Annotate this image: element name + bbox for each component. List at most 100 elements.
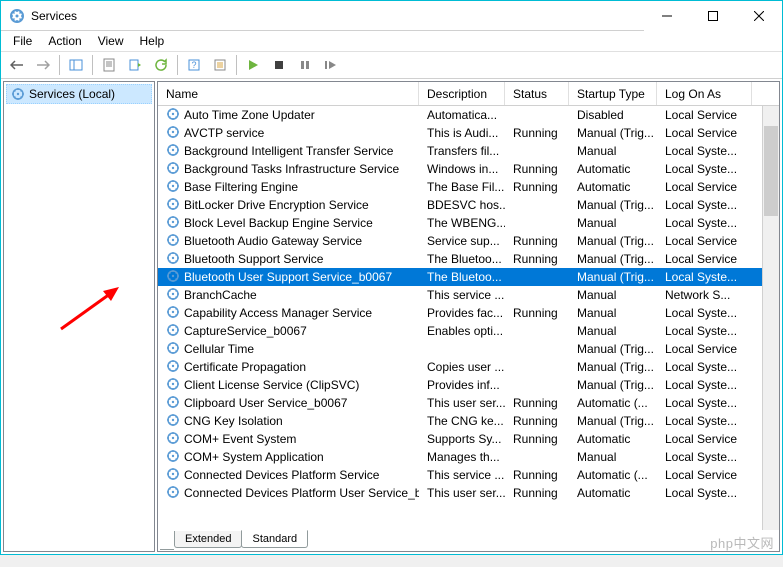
help-button[interactable]: ? [182,53,206,77]
column-description[interactable]: Description [419,82,505,105]
back-button[interactable] [5,53,29,77]
menu-help[interactable]: Help [132,32,173,50]
service-row[interactable]: Bluetooth User Support Service_b0067The … [158,268,779,286]
cell-description: Manages th... [419,449,505,465]
refresh-button[interactable] [149,53,173,77]
menu-action[interactable]: Action [40,32,89,50]
service-row[interactable]: BranchCacheThis service ...ManualNetwork… [158,286,779,304]
service-row[interactable]: Base Filtering EngineThe Base Fil...Runn… [158,178,779,196]
close-button[interactable] [736,1,782,31]
pause-service-button[interactable] [293,53,317,77]
service-row[interactable]: Auto Time Zone UpdaterAutomatica...Disab… [158,106,779,124]
cell-status [505,330,569,332]
cell-logon: Local Syste... [657,161,752,177]
service-row[interactable]: CNG Key IsolationThe CNG ke...RunningMan… [158,412,779,430]
action-button[interactable] [208,53,232,77]
cell-startup: Manual (Trig... [569,359,657,375]
service-row[interactable]: Clipboard User Service_b0067This user se… [158,394,779,412]
cell-name: Connected Devices Platform User Service_… [158,484,419,503]
export-button[interactable] [123,53,147,77]
grid-body[interactable]: Auto Time Zone UpdaterAutomatica...Disab… [158,106,779,530]
cell-logon: Local Service [657,251,752,267]
show-hide-tree-button[interactable] [64,53,88,77]
scrollbar-thumb[interactable] [764,126,778,216]
cell-startup: Automatic [569,179,657,195]
cell-name: Base Filtering Engine [158,178,419,197]
menu-file[interactable]: File [5,32,40,50]
service-row[interactable]: Block Level Backup Engine ServiceThe WBE… [158,214,779,232]
service-row[interactable]: Certificate PropagationCopies user ...Ma… [158,358,779,376]
gear-icon [166,143,180,160]
gear-icon [166,413,180,430]
cell-logon: Local Syste... [657,143,752,159]
service-row[interactable]: Client License Service (ClipSVC)Provides… [158,376,779,394]
cell-status: Running [505,413,569,429]
cell-status: Running [505,305,569,321]
scrollbar[interactable] [762,106,779,530]
tab-strip: Extended Standard [158,530,779,551]
maximize-button[interactable] [690,1,736,31]
cell-status [505,276,569,278]
stop-service-button[interactable] [267,53,291,77]
cell-logon: Local Syste... [657,359,752,375]
cell-startup: Manual [569,287,657,303]
service-row[interactable]: Capability Access Manager ServiceProvide… [158,304,779,322]
cell-description: This service ... [419,467,505,483]
separator [236,55,237,75]
cell-startup: Manual [569,305,657,321]
tab-standard[interactable]: Standard [241,530,308,548]
gear-icon [166,125,180,142]
cell-startup: Automatic (... [569,467,657,483]
tree-root-label: Services (Local) [29,87,115,101]
cell-logon: Local Service [657,233,752,249]
cell-status [505,294,569,296]
cell-description: Automatica... [419,107,505,123]
properties-button[interactable] [97,53,121,77]
restart-service-button[interactable] [319,53,343,77]
service-row[interactable]: Background Intelligent Transfer ServiceT… [158,142,779,160]
start-service-button[interactable] [241,53,265,77]
cell-logon: Local Syste... [657,197,752,213]
tree-root-services-local[interactable]: Services (Local) [6,84,152,104]
tab-extended[interactable]: Extended [174,531,242,548]
column-status[interactable]: Status [505,82,569,105]
service-row[interactable]: Cellular TimeManual (Trig...Local Servic… [158,340,779,358]
separator [92,55,93,75]
cell-startup: Manual (Trig... [569,377,657,393]
service-row[interactable]: COM+ Event SystemSupports Sy...RunningAu… [158,430,779,448]
service-row[interactable]: COM+ System ApplicationManages th...Manu… [158,448,779,466]
service-row[interactable]: CaptureService_b0067Enables opti...Manua… [158,322,779,340]
gear-icon [166,251,180,268]
service-row[interactable]: Connected Devices Platform ServiceThis s… [158,466,779,484]
minimize-button[interactable] [644,1,690,31]
tree-pane[interactable]: Services (Local) [3,81,155,552]
cell-description: This is Audi... [419,125,505,141]
column-name[interactable]: Name [158,82,419,105]
cell-name: Bluetooth User Support Service_b0067 [158,268,419,287]
service-row[interactable]: Background Tasks Infrastructure ServiceW… [158,160,779,178]
service-row[interactable]: BitLocker Drive Encryption ServiceBDESVC… [158,196,779,214]
cell-startup: Manual [569,323,657,339]
column-log-on-as[interactable]: Log On As [657,82,752,105]
column-startup-type[interactable]: Startup Type [569,82,657,105]
service-row[interactable]: AVCTP serviceThis is Audi...RunningManua… [158,124,779,142]
service-row[interactable]: Connected Devices Platform User Service_… [158,484,779,502]
service-row[interactable]: Bluetooth Audio Gateway ServiceService s… [158,232,779,250]
gear-icon [166,215,180,232]
cell-description [419,348,505,350]
titlebar[interactable]: Services [1,1,782,31]
cell-description: The WBENG... [419,215,505,231]
menu-view[interactable]: View [90,32,132,50]
cell-name: Connected Devices Platform Service [158,466,419,485]
cell-logon: Local Syste... [657,395,752,411]
service-row[interactable]: Bluetooth Support ServiceThe Bluetoo...R… [158,250,779,268]
cell-name: Client License Service (ClipSVC) [158,376,419,395]
separator [177,55,178,75]
cell-logon: Local Service [657,179,752,195]
cell-startup: Manual [569,143,657,159]
cell-name: Background Tasks Infrastructure Service [158,160,419,179]
gear-icon [11,87,25,101]
cell-status: Running [505,125,569,141]
forward-button[interactable] [31,53,55,77]
gear-icon [166,287,180,304]
